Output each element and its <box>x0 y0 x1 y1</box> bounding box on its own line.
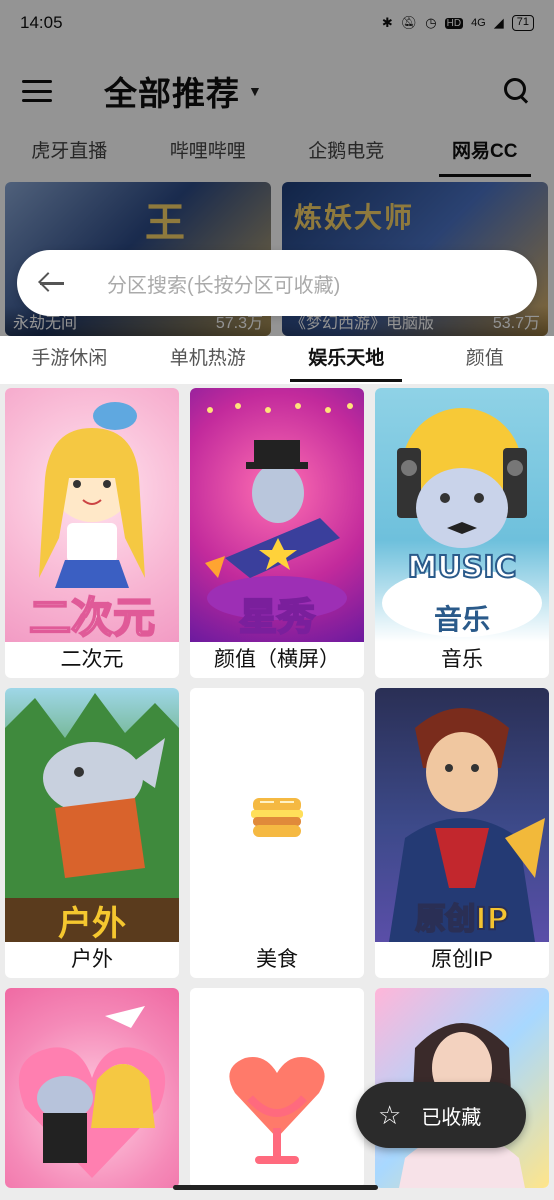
tile-art-subtext: 音乐 <box>433 603 490 636</box>
tile-art-text: 星秀 <box>238 594 316 640</box>
tile-image <box>5 988 179 1188</box>
category-tile-voice[interactable] <box>190 988 364 1188</box>
tile-image: 星秀 <box>190 388 364 642</box>
home-indicator[interactable] <box>173 1185 378 1190</box>
tile-label: 户外 <box>71 948 113 971</box>
category-tile-original-ip[interactable]: 原创IP 原创IP <box>375 688 549 978</box>
category-tile-beauty-landscape[interactable]: 星秀 颜值（横屏） <box>190 388 364 678</box>
tile-art-text: 原创IP <box>414 901 509 938</box>
tab-entertainment[interactable]: 娱乐天地 <box>277 336 416 384</box>
tile-art-text: MUSIC <box>407 549 518 586</box>
tab-mobile-casual[interactable]: 手游休闲 <box>0 336 139 384</box>
tab-pc-games[interactable]: 单机热游 <box>139 336 278 384</box>
tile-label: 音乐 <box>441 648 483 671</box>
tile-art-text: 户外 <box>58 904 126 942</box>
category-tile-outdoor[interactable]: 户外 户外 <box>5 688 179 978</box>
favorites-button[interactable]: ☆ 已收藏 <box>356 1082 526 1148</box>
tile-label: 美食 <box>256 948 298 971</box>
tile-image: 二次元 <box>5 388 179 642</box>
category-sheet: 手游休闲 单机热游 娱乐天地 颜值 二次元 二次元 星秀 颜值（横屏） MUSI… <box>0 336 554 1200</box>
category-search-bar[interactable]: 分区搜索(长按分区可收藏) <box>17 250 537 316</box>
tile-image: MUSIC 音乐 <box>375 388 549 642</box>
tile-art-text: 二次元 <box>28 592 156 642</box>
tab-beauty[interactable]: 颜值 <box>416 336 554 384</box>
tile-image <box>190 988 364 1188</box>
search-input[interactable]: 分区搜索(长按分区可收藏) <box>107 269 340 298</box>
category-tile-anime[interactable]: 二次元 二次元 <box>5 388 179 678</box>
couple-mascot-illustration <box>18 1006 166 1178</box>
tile-label: 颜值（横屏） <box>214 648 340 671</box>
microphone-heart-icon <box>229 1057 325 1164</box>
tile-label: 二次元 <box>60 648 124 671</box>
tab-label: 手游休闲 <box>31 348 108 369</box>
favorites-label: 已收藏 <box>421 1106 482 1129</box>
star-outline-icon: ☆ <box>378 1100 402 1130</box>
tile-image: 原创IP <box>375 688 549 942</box>
tile-image: 户外 <box>5 688 179 942</box>
category-tile-music[interactable]: MUSIC 音乐 音乐 <box>375 388 549 678</box>
tile-image <box>190 688 364 942</box>
category-tile-couple[interactable] <box>5 988 179 1188</box>
category-tile-food[interactable]: 美食 <box>190 688 364 978</box>
back-arrow-icon[interactable] <box>39 272 65 294</box>
tile-label: 原创IP <box>431 948 493 971</box>
food-icon <box>251 798 303 837</box>
tab-label: 颜值 <box>465 348 504 369</box>
tab-label: 单机热游 <box>169 348 246 369</box>
category-tabs: 手游休闲 单机热游 娱乐天地 颜值 <box>0 336 554 384</box>
tab-label: 娱乐天地 <box>308 348 385 369</box>
